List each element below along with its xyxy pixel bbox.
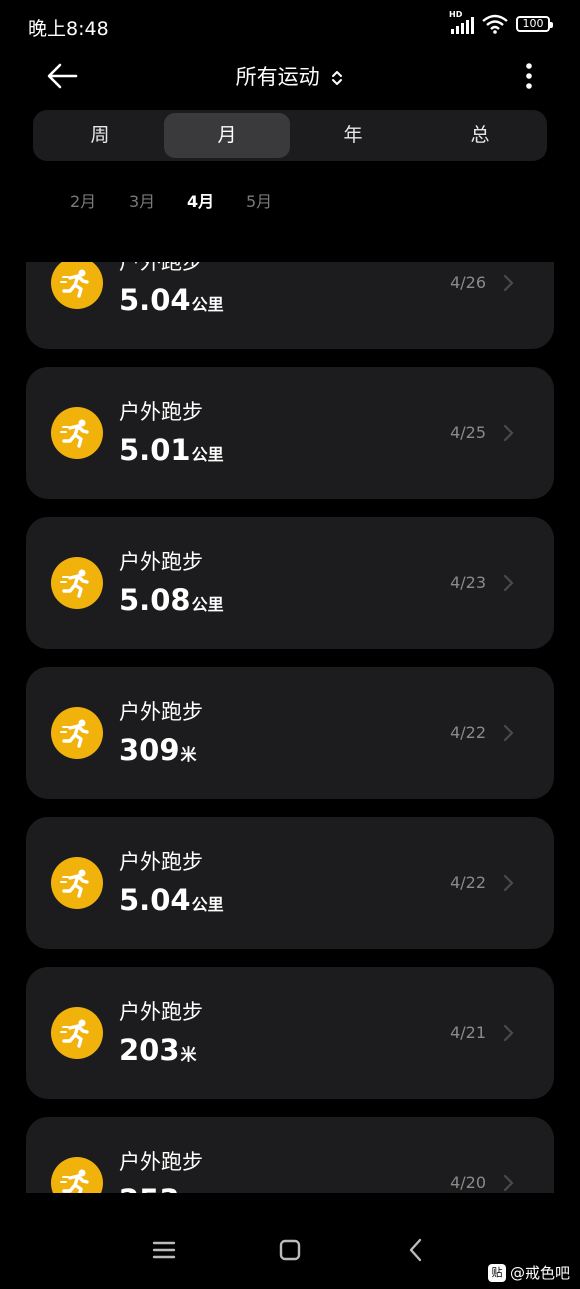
distance-value: 5.08	[119, 583, 191, 617]
status-time: 晚上8:48	[28, 18, 109, 40]
distance-unit: 公里	[191, 295, 224, 314]
distance-unit: 公里	[191, 445, 224, 464]
activity-card[interactable]: 户外跑步 203米 4/21	[26, 967, 554, 1099]
activity-date: 4/22	[450, 873, 486, 892]
page-title: 所有运动	[235, 65, 320, 89]
activity-card[interactable]: 户外跑步 5.04公里 4/26	[26, 262, 554, 349]
distance-value: 253	[119, 1183, 180, 1193]
month-selector: 2月 3月 4月 5月	[0, 188, 580, 218]
activity-name: 户外跑步	[119, 850, 203, 874]
tab-total[interactable]: 总	[417, 113, 543, 158]
chevron-right-icon	[503, 274, 514, 292]
activity-card[interactable]: 户外跑步 5.01公里 4/25	[26, 367, 554, 499]
network-type-label: HD	[449, 10, 463, 19]
chevron-right-icon	[503, 724, 514, 742]
distance-unit: 米	[180, 1045, 197, 1064]
distance-value: 5.04	[119, 883, 191, 917]
activity-name: 户外跑步	[119, 700, 203, 724]
activity-card[interactable]: 户外跑步 309米 4/22	[26, 667, 554, 799]
chevron-right-icon	[503, 1024, 514, 1042]
activity-distance: 253米	[119, 1183, 197, 1193]
home-square-icon[interactable]	[276, 1237, 304, 1263]
activity-distance: 203米	[119, 1033, 197, 1067]
activity-distance: 309米	[119, 733, 197, 767]
signal-icon: HD	[449, 10, 474, 34]
running-icon	[51, 1007, 103, 1059]
chevron-right-icon	[503, 874, 514, 892]
distance-unit: 公里	[191, 595, 224, 614]
chevron-right-icon	[503, 424, 514, 442]
period-tabs: 周 月 年 总	[33, 110, 547, 161]
watermark-text: @戒色吧	[509, 1264, 570, 1282]
watermark: 贴 @戒色吧	[487, 1262, 570, 1283]
sport-type-selector[interactable]: 所有运动	[0, 61, 580, 91]
month-may[interactable]: 5月	[246, 188, 272, 212]
distance-value: 5.01	[119, 433, 191, 467]
activity-date: 4/25	[450, 423, 486, 442]
distance-unit: 公里	[191, 895, 224, 914]
chevron-right-icon	[503, 1174, 514, 1192]
activity-card[interactable]: 户外跑步 5.04公里 4/22	[26, 817, 554, 949]
distance-value: 203	[119, 1033, 180, 1067]
battery-icon: 100	[516, 16, 553, 32]
tab-week[interactable]: 周	[37, 113, 163, 158]
app-header: 所有运动	[0, 52, 580, 100]
distance-value: 309	[119, 733, 180, 767]
running-icon	[51, 707, 103, 759]
month-feb[interactable]: 2月	[70, 188, 96, 212]
distance-unit: 米	[180, 745, 197, 764]
activity-distance: 5.04公里	[119, 283, 224, 317]
watermark-badge: 贴	[487, 1263, 506, 1282]
running-icon	[51, 557, 103, 609]
menu-icon[interactable]	[150, 1237, 178, 1263]
tab-month[interactable]: 月	[164, 113, 290, 158]
tab-year[interactable]: 年	[290, 113, 416, 158]
activity-date: 4/22	[450, 723, 486, 742]
more-options-icon[interactable]	[522, 60, 536, 92]
activity-name: 户外跑步	[119, 400, 203, 424]
activity-date: 4/20	[450, 1173, 486, 1192]
running-icon	[51, 1157, 103, 1193]
month-apr[interactable]: 4月	[187, 188, 214, 212]
activity-date: 4/21	[450, 1023, 486, 1042]
activity-date: 4/26	[450, 273, 486, 292]
wifi-icon	[482, 14, 508, 34]
activity-date: 4/23	[450, 573, 486, 592]
activity-name: 户外跑步	[119, 1000, 203, 1024]
activity-name: 户外跑步	[119, 1150, 203, 1174]
activity-name: 户外跑步	[119, 550, 203, 574]
activity-distance: 5.08公里	[119, 583, 224, 617]
activity-distance: 5.04公里	[119, 883, 224, 917]
running-icon	[51, 262, 103, 309]
activity-card[interactable]: 户外跑步 5.08公里 4/23	[26, 517, 554, 649]
activity-list: 户外跑步 5.04公里 4/26 户外跑步 5.01公里 4/25 户外跑步 5…	[0, 262, 580, 1193]
running-icon	[51, 407, 103, 459]
chevron-up-down-icon	[332, 71, 343, 85]
activity-distance: 5.01公里	[119, 433, 224, 467]
running-icon	[51, 857, 103, 909]
activity-card[interactable]: 户外跑步 253米 4/20	[26, 1117, 554, 1193]
activity-name: 户外跑步	[119, 262, 203, 274]
chevron-right-icon	[503, 574, 514, 592]
distance-value: 5.04	[119, 283, 191, 317]
status-bar: 晚上8:48 HD 100	[0, 0, 580, 52]
back-chevron-icon[interactable]	[402, 1237, 430, 1263]
month-mar[interactable]: 3月	[129, 188, 155, 212]
status-icons: HD 100	[449, 10, 553, 34]
